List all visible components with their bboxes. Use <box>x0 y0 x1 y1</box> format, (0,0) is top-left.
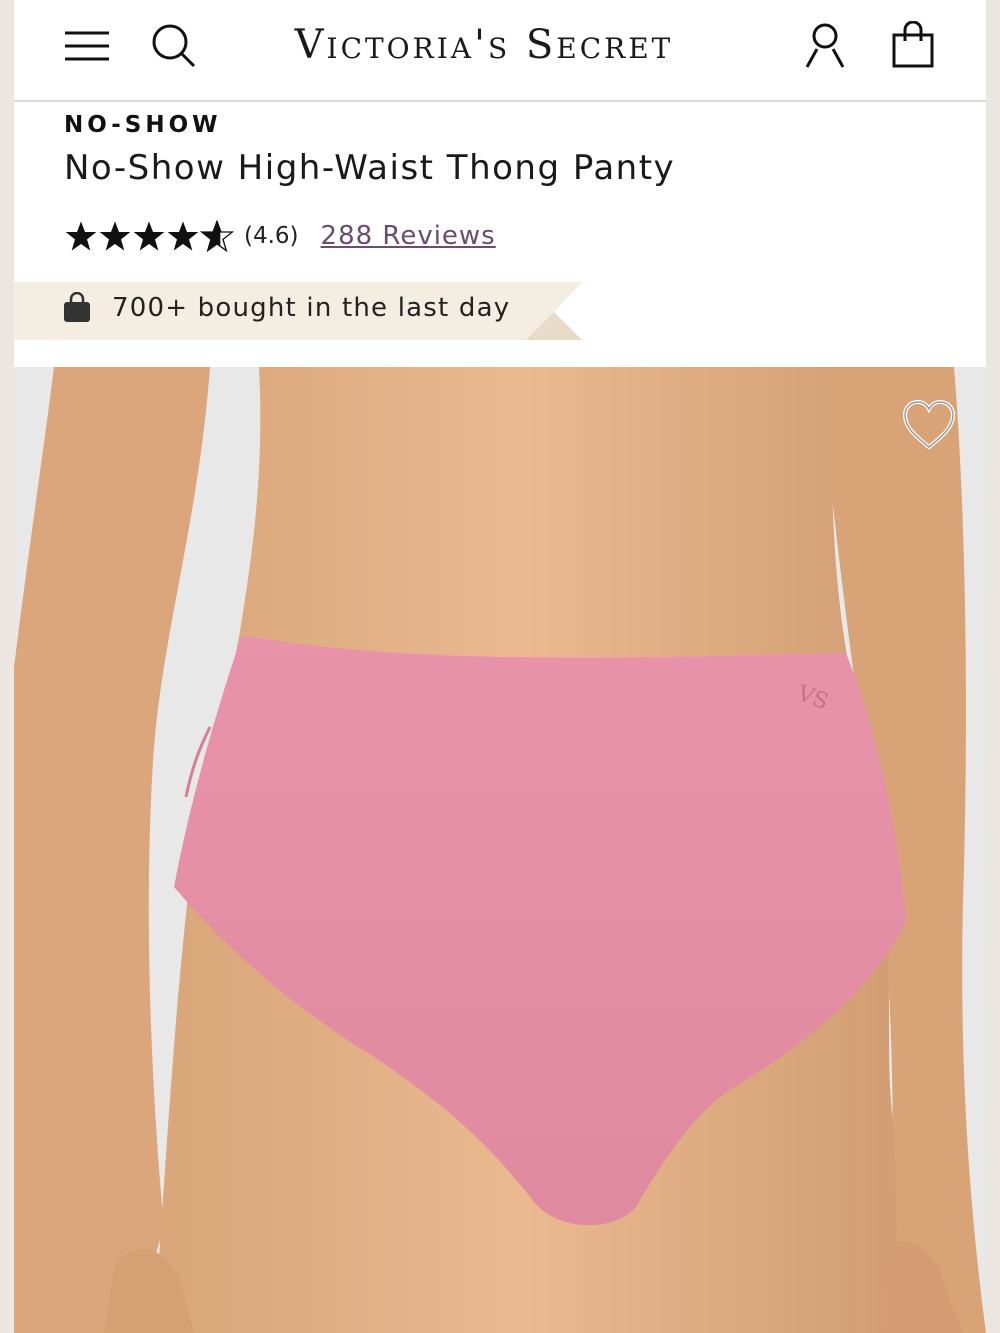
shopping-bag-icon <box>892 21 934 68</box>
social-proof-banner: 700+ bought in the last day <box>14 282 584 340</box>
brand-logo[interactable]: Victoria's Secret <box>234 22 734 68</box>
product-image[interactable]: VS <box>14 367 986 1333</box>
menu-button[interactable] <box>62 20 112 70</box>
star-icon <box>167 221 199 251</box>
product-page: Victoria's Secret NO-SHOW No-Show High-W… <box>14 0 986 1333</box>
partial-star-icon <box>200 220 234 252</box>
rating-row: (4.6) 288 Reviews <box>64 218 496 254</box>
search-button[interactable] <box>148 20 198 70</box>
rating-value: (4.6) <box>244 223 299 249</box>
bought-count-text: 700+ bought in the last day <box>112 293 511 323</box>
shopping-bag-button[interactable] <box>888 20 938 70</box>
reviews-link[interactable]: 288 Reviews <box>321 221 496 251</box>
site-header: Victoria's Secret <box>14 0 986 102</box>
star-icon <box>99 221 131 251</box>
star-icon <box>133 221 165 251</box>
menu-icon <box>65 31 109 61</box>
product-category[interactable]: NO-SHOW <box>64 112 222 138</box>
search-icon <box>152 24 196 68</box>
heart-icon <box>902 399 956 450</box>
star-icon <box>65 221 97 251</box>
account-icon <box>805 23 845 68</box>
star-rating <box>64 220 234 252</box>
shopping-bag-icon <box>64 292 90 322</box>
wishlist-button[interactable] <box>899 395 959 455</box>
model-photo: VS <box>14 367 986 1333</box>
product-title: No-Show High-Waist Thong Panty <box>64 148 676 188</box>
account-button[interactable] <box>800 20 850 70</box>
